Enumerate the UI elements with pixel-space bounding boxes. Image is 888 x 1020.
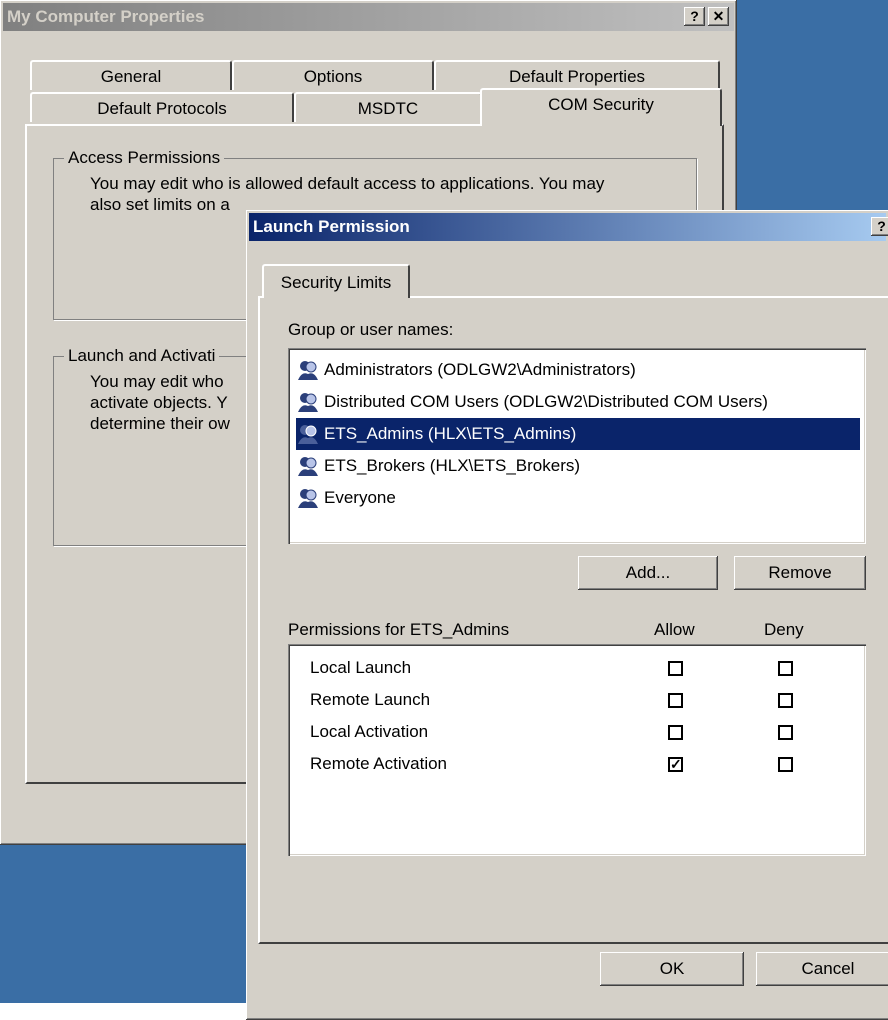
remove-button[interactable]: Remove [734, 556, 866, 590]
list-item[interactable]: Everyone [296, 482, 860, 514]
launch-activation-text-line3: determine their ow [90, 414, 230, 433]
permission-name: Local Activation [310, 722, 429, 741]
tab-default-properties[interactable]: Default Properties [434, 60, 720, 90]
security-limits-panel: Group or user names: Administrators (ODL… [258, 296, 888, 944]
window-title: My Computer Properties [7, 7, 205, 26]
list-item[interactable]: ETS_Brokers (HLX\ETS_Brokers) [296, 450, 860, 482]
help-button[interactable]: ? [684, 7, 705, 26]
permission-name: Remote Launch [310, 690, 431, 709]
group-or-user-names-label: Group or user names: [288, 320, 454, 339]
access-permissions-text-line2: also set limits on a [90, 195, 230, 214]
permission-row: Local Launch [288, 654, 866, 686]
permission-row: Remote Launch [288, 686, 866, 718]
list-item[interactable]: Distributed COM Users (ODLGW2\Distribute… [296, 386, 860, 418]
allow-header: Allow [654, 620, 695, 639]
window-title-bar: My Computer Properties ? ✕ [3, 3, 734, 31]
deny-header: Deny [764, 620, 804, 639]
deny-checkbox[interactable] [778, 693, 793, 708]
tab-options[interactable]: Options [232, 60, 434, 90]
allow-checkbox-checked[interactable]: ✓ [668, 757, 683, 772]
list-item-selected[interactable]: ETS_Admins (HLX\ETS_Admins) [296, 418, 860, 450]
user-name: Everyone [324, 488, 396, 507]
user-name: Administrators (ODLGW2\Administrators) [324, 360, 636, 379]
tab-default-protocols[interactable]: Default Protocols [30, 92, 294, 122]
launch-permission-dialog: Launch Permission ? ✕ Security Limits Gr… [246, 210, 888, 1020]
desktop-background-lower [0, 845, 260, 1003]
permission-name: Remote Activation [310, 754, 448, 773]
permission-row: Local Activation [288, 718, 866, 750]
users-group-icon [298, 425, 318, 444]
users-group-icon [298, 457, 318, 476]
tab-general[interactable]: General [30, 60, 232, 90]
access-permissions-legend: Access Permissions [64, 148, 225, 168]
allow-checkbox[interactable] [668, 693, 683, 708]
list-item[interactable]: Administrators (ODLGW2\Administrators) [296, 354, 860, 386]
permission-row: Remote Activation ✓ [288, 750, 866, 782]
ok-button[interactable]: OK [600, 952, 744, 986]
users-group-icon [298, 393, 318, 412]
help-button[interactable]: ? [871, 217, 888, 236]
launch-activation-legend: Launch and Activati [64, 346, 220, 366]
permissions-listbox: Local Launch Remote Launch Local Activat… [288, 644, 866, 856]
tab-security-limits[interactable]: Security Limits [262, 264, 410, 298]
permissions-for-label: Permissions for ETS_Admins [288, 620, 510, 639]
tab-com-security[interactable]: COM Security [480, 88, 722, 126]
allow-checkbox[interactable] [668, 661, 683, 676]
cancel-button[interactable]: Cancel [756, 952, 888, 986]
launch-activation-text-line2: activate objects. Y [90, 393, 228, 412]
allow-checkbox[interactable] [668, 725, 683, 740]
dialog-title-bar: Launch Permission ? ✕ [249, 213, 888, 241]
users-group-icon [298, 361, 318, 380]
add-button[interactable]: Add... [578, 556, 718, 590]
permission-name: Local Launch [310, 658, 412, 677]
user-name: ETS_Brokers (HLX\ETS_Brokers) [324, 456, 581, 475]
group-user-listbox[interactable]: Administrators (ODLGW2\Administrators) D… [288, 348, 866, 544]
user-name: Distributed COM Users (ODLGW2\Distribute… [324, 392, 768, 411]
deny-checkbox[interactable] [778, 661, 793, 676]
close-button[interactable]: ✕ [708, 7, 729, 26]
deny-checkbox[interactable] [778, 757, 793, 772]
dialog-title: Launch Permission [253, 217, 410, 236]
users-group-icon [298, 489, 318, 508]
user-name: ETS_Admins (HLX\ETS_Admins) [324, 424, 577, 443]
access-permissions-text-line1: You may edit who is allowed default acce… [90, 174, 605, 193]
tab-msdtc[interactable]: MSDTC [294, 92, 482, 122]
launch-activation-text-line1: You may edit who [90, 372, 224, 391]
deny-checkbox[interactable] [778, 725, 793, 740]
